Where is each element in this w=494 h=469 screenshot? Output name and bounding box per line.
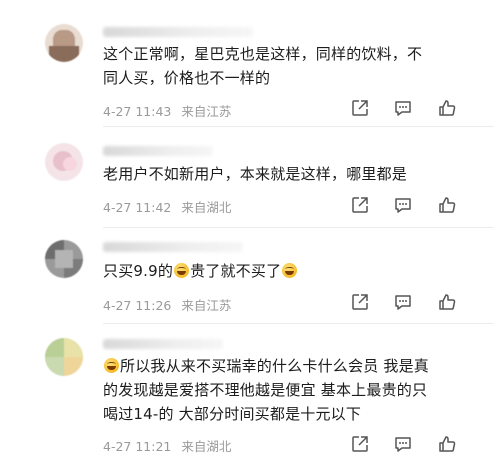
avatar[interactable] (45, 24, 83, 62)
laughing-emoji-icon (174, 263, 190, 278)
comment-text: 老用户不如新用户，本来就是这样，哪里都是 (103, 162, 463, 186)
comment-meta: 4-27 11:21 来自湖北 (103, 436, 237, 455)
share-icon[interactable] (350, 195, 370, 215)
comment-actions (350, 434, 460, 456)
username[interactable] (103, 146, 213, 156)
comment-meta: 4-27 11:42 来自湖北 (103, 197, 237, 216)
comment-time: 4-27 11:21 (103, 439, 172, 454)
comment-text-fragment: 贵了就不买了 (190, 262, 282, 280)
like-icon[interactable] (437, 98, 457, 118)
like-icon[interactable] (437, 434, 457, 454)
comment-icon[interactable] (393, 195, 413, 215)
comment-text: 只买9.9的 贵了就不买了 (103, 259, 463, 283)
laughing-emoji-icon (104, 358, 119, 373)
comment-icon[interactable] (393, 98, 413, 118)
comment-location: 来自江苏 (181, 104, 232, 119)
comment-text-fragment: 只买9.9的 (103, 262, 174, 280)
share-icon[interactable] (350, 292, 370, 312)
share-icon[interactable] (350, 434, 370, 454)
comment-time: 4-27 11:42 (103, 200, 172, 215)
comment-item: 所以我从来不买瑞幸的什么卡什么会员 我是真 的发现越是爱搭不理他越是便宜 基本上… (0, 324, 494, 469)
username[interactable] (103, 242, 243, 252)
comment-icon[interactable] (393, 292, 413, 312)
comment-item: 老用户不如新用户，本来就是这样，哪里都是 4-27 11:42 来自湖北 (0, 127, 494, 228)
comment-item: 这个正常啊，星巴克也是这样，同样的饮料，不 同人买，价格也不一样的 4-27 1… (0, 0, 494, 127)
avatar[interactable] (45, 240, 83, 278)
comment-text-line: 同人买，价格也不一样的 (103, 69, 271, 87)
like-icon[interactable] (437, 195, 457, 215)
comment-location: 来自江苏 (181, 298, 232, 313)
username[interactable] (103, 339, 223, 349)
comment-icon[interactable] (393, 434, 413, 454)
comment-location: 来自湖北 (181, 439, 232, 454)
comment-actions (350, 98, 460, 120)
comment-text-line: 只买9.9的 贵了就不买了 (103, 259, 463, 283)
comment-text: 所以我从来不买瑞幸的什么卡什么会员 我是真 的发现越是爱搭不理他越是便宜 基本上… (103, 354, 463, 426)
comment-text-line: 的发现越是爱搭不理他越是便宜 基本上最贵的只 (103, 381, 428, 399)
comment-text: 这个正常啊，星巴克也是这样，同样的饮料，不 同人买，价格也不一样的 (103, 42, 463, 90)
comment-text-line: 所以我从来不买瑞幸的什么卡什么会员 我是真 (103, 354, 463, 378)
comment-text-line: 喝过14-的 大部分时间买都是十元以下 (103, 405, 362, 423)
avatar[interactable] (45, 338, 83, 376)
comment-location: 来自湖北 (181, 200, 232, 215)
like-icon[interactable] (437, 292, 457, 312)
comment-item: 只买9.9的 贵了就不买了 4-27 11:26 来自江苏 (0, 228, 494, 324)
avatar[interactable] (45, 143, 83, 181)
comment-meta: 4-27 11:43 来自江苏 (103, 101, 237, 120)
comment-meta: 4-27 11:26 来自江苏 (103, 295, 237, 314)
comment-text-line: 这个正常啊，星巴克也是这样，同样的饮料，不 (103, 45, 423, 63)
comment-actions (350, 292, 460, 314)
comment-time: 4-27 11:26 (103, 298, 172, 313)
comment-text-line: 老用户不如新用户，本来就是这样，哪里都是 (103, 165, 408, 183)
comment-time: 4-27 11:43 (103, 104, 172, 119)
share-icon[interactable] (350, 98, 370, 118)
username[interactable] (103, 27, 253, 37)
comment-actions (350, 195, 460, 217)
comment-text-fragment: 所以我从来不买瑞幸的什么卡什么会员 我是真 (120, 357, 429, 375)
laughing-emoji-icon (282, 263, 298, 278)
